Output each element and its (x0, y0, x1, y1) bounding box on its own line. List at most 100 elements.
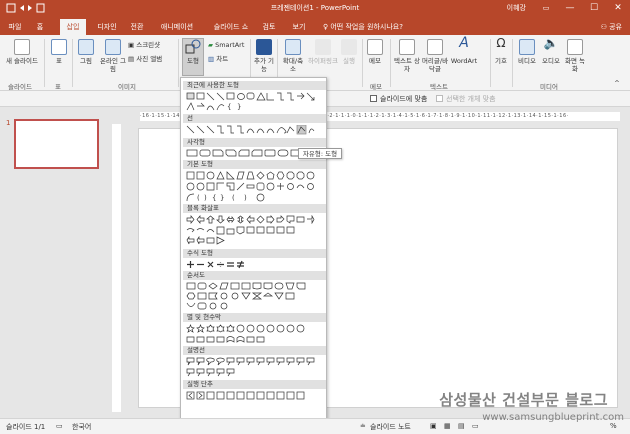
textbox-button[interactable]: 텍스트 상자 (394, 39, 420, 73)
picture-button[interactable]: 그림 (76, 39, 96, 65)
shape-row[interactable]: ( ) { } ( ) (186, 193, 321, 202)
tab-file[interactable]: 파일 (4, 19, 26, 35)
shape-row[interactable] (186, 357, 321, 366)
notes-icon[interactable]: ≐ (360, 422, 366, 430)
video-icon (519, 39, 535, 55)
shape-row[interactable] (186, 226, 321, 235)
shape-row[interactable] (186, 235, 321, 245)
ribbon-separator (490, 39, 491, 87)
maximize-button[interactable]: ☐ (582, 0, 606, 17)
minimize-button[interactable]: — (558, 0, 582, 17)
shape-row[interactable] (186, 282, 321, 291)
tab-view[interactable]: 보기 (290, 19, 308, 35)
slideshow-icon[interactable]: ▭ (472, 422, 479, 430)
online-picture-button[interactable]: 온라인 그림 (100, 39, 126, 73)
ribbon-separator (512, 39, 513, 87)
slide-sorter-icon[interactable]: ▦ (444, 422, 451, 430)
ribbon-separator (72, 39, 73, 87)
tab-review[interactable]: 검토 (260, 19, 278, 35)
video-button[interactable]: 비디오 (516, 39, 538, 65)
shape-row[interactable] (186, 324, 321, 333)
chart-icon: ▥ (208, 55, 217, 63)
shape-row[interactable] (186, 391, 321, 400)
shape-row[interactable] (186, 292, 321, 301)
group-label-slides: 슬라이드 (8, 83, 32, 91)
category-block-arrows: 블록 화살표 (183, 204, 326, 213)
category-rectangles: 사각형 (183, 138, 326, 147)
category-flowchart: 순서도 (183, 271, 326, 280)
omega-icon: Ω (496, 36, 506, 50)
title-bar: 프레젠테이션1 - PowerPoint 이혜강 ▭ — ☐ ✕ (0, 0, 630, 17)
ribbon-separator (362, 39, 363, 87)
fit-to-slide-label: 슬라이드에 맞춤 (380, 95, 428, 103)
action-button[interactable]: 실행 (340, 39, 358, 65)
slide-thumbnail[interactable] (14, 119, 99, 169)
reading-view-icon[interactable]: ▤ (458, 422, 465, 430)
hyperlink-button[interactable]: 하이퍼링크 (308, 39, 338, 65)
category-basic-shapes: 기본 도형 (183, 160, 326, 169)
zoom-icon (285, 39, 301, 55)
addins-button[interactable]: 추가 기능 (253, 39, 275, 73)
shape-tooltip: 자유형: 도형 (298, 148, 342, 159)
spellcheck-icon[interactable]: ▭ (56, 422, 63, 430)
symbols-button[interactable]: Ω 기호 (493, 36, 509, 65)
close-button[interactable]: ✕ (606, 0, 630, 17)
shape-row[interactable] (186, 124, 321, 135)
vertical-ruler (112, 124, 121, 412)
normal-view-icon[interactable]: ▣ (430, 422, 437, 430)
language-indicator[interactable]: 한국어 (72, 422, 91, 432)
svg-text:}: } (237, 103, 241, 111)
share-button[interactable]: ⚇ 공유 (601, 19, 622, 35)
category-stars-banners: 별 및 현수막 (183, 313, 326, 322)
group-label-comments: 메모 (370, 83, 382, 91)
textbox-icon (399, 39, 415, 55)
shape-row[interactable]: { } (186, 102, 321, 111)
category-lines: 선 (183, 114, 326, 123)
ribbon-display-options-icon[interactable]: ▭ (534, 0, 558, 17)
shape-row[interactable] (186, 260, 321, 269)
audio-button[interactable]: 🔈 오디오 (540, 36, 562, 65)
store-icon (256, 39, 272, 55)
slide-thumbnail-pane: 1 (0, 107, 108, 416)
person-icon: ⚇ (600, 23, 610, 31)
collapse-ribbon-icon[interactable]: ^ (612, 79, 622, 87)
comment-button[interactable]: 메모 (366, 39, 384, 65)
wordart-button[interactable]: A WordArt (450, 36, 478, 65)
speaker-icon: 🔈 (543, 36, 559, 50)
signed-in-user[interactable]: 이혜강 (507, 3, 526, 13)
chart-button[interactable]: ▥ 차트 (208, 55, 238, 63)
table-button[interactable]: 표 (50, 39, 68, 65)
shapes-button[interactable]: 도형 (182, 38, 204, 76)
fit-to-slide-checkbox[interactable] (370, 95, 377, 102)
category-callouts: 설명선 (183, 346, 326, 355)
shape-row[interactable] (186, 302, 321, 311)
screenshot-button[interactable]: ▣ 스크린샷 (128, 41, 174, 49)
table-icon (51, 39, 67, 55)
tab-design[interactable]: 디자인 (92, 19, 122, 35)
tab-slideshow[interactable]: 슬라이드 쇼 (208, 19, 254, 35)
shape-row[interactable] (186, 171, 321, 180)
notes-button[interactable]: 슬라이드 노트 (370, 422, 411, 432)
svg-text:{: { (227, 103, 231, 111)
zoom-button[interactable]: 확대/축소 (280, 39, 306, 73)
shape-row[interactable] (186, 92, 321, 101)
shape-row[interactable] (186, 335, 321, 344)
new-slide-button[interactable]: 새 슬라이드 (4, 39, 40, 65)
svg-text:{: { (212, 194, 216, 202)
smartart-button[interactable]: ▰ SmartArt (208, 41, 248, 49)
photo-album-button[interactable]: ▤ 사진 앨범 (128, 55, 178, 63)
tell-me-search[interactable]: ♀ 어떤 작업을 원하시나요? (323, 19, 403, 35)
tab-transitions[interactable]: 전환 (126, 19, 148, 35)
watermark-url: www.samsungblueprint.com (482, 412, 624, 423)
globe-picture-icon (105, 39, 121, 55)
screen-record-button[interactable]: 화면 녹화 (564, 39, 586, 73)
watermark-title: 삼성물산 건설부문 블로그 (439, 391, 608, 409)
header-footer-button[interactable]: 머리글/바닥글 (421, 39, 449, 73)
fit-to-selection-checkbox[interactable] (436, 95, 443, 102)
tab-animations[interactable]: 애니메이션 (152, 19, 202, 35)
tab-insert[interactable]: 삽입 (60, 19, 86, 35)
tab-home[interactable]: 홈 (32, 19, 48, 35)
shape-row[interactable] (186, 368, 321, 377)
shape-row[interactable] (186, 214, 321, 225)
shape-row[interactable] (186, 182, 321, 191)
